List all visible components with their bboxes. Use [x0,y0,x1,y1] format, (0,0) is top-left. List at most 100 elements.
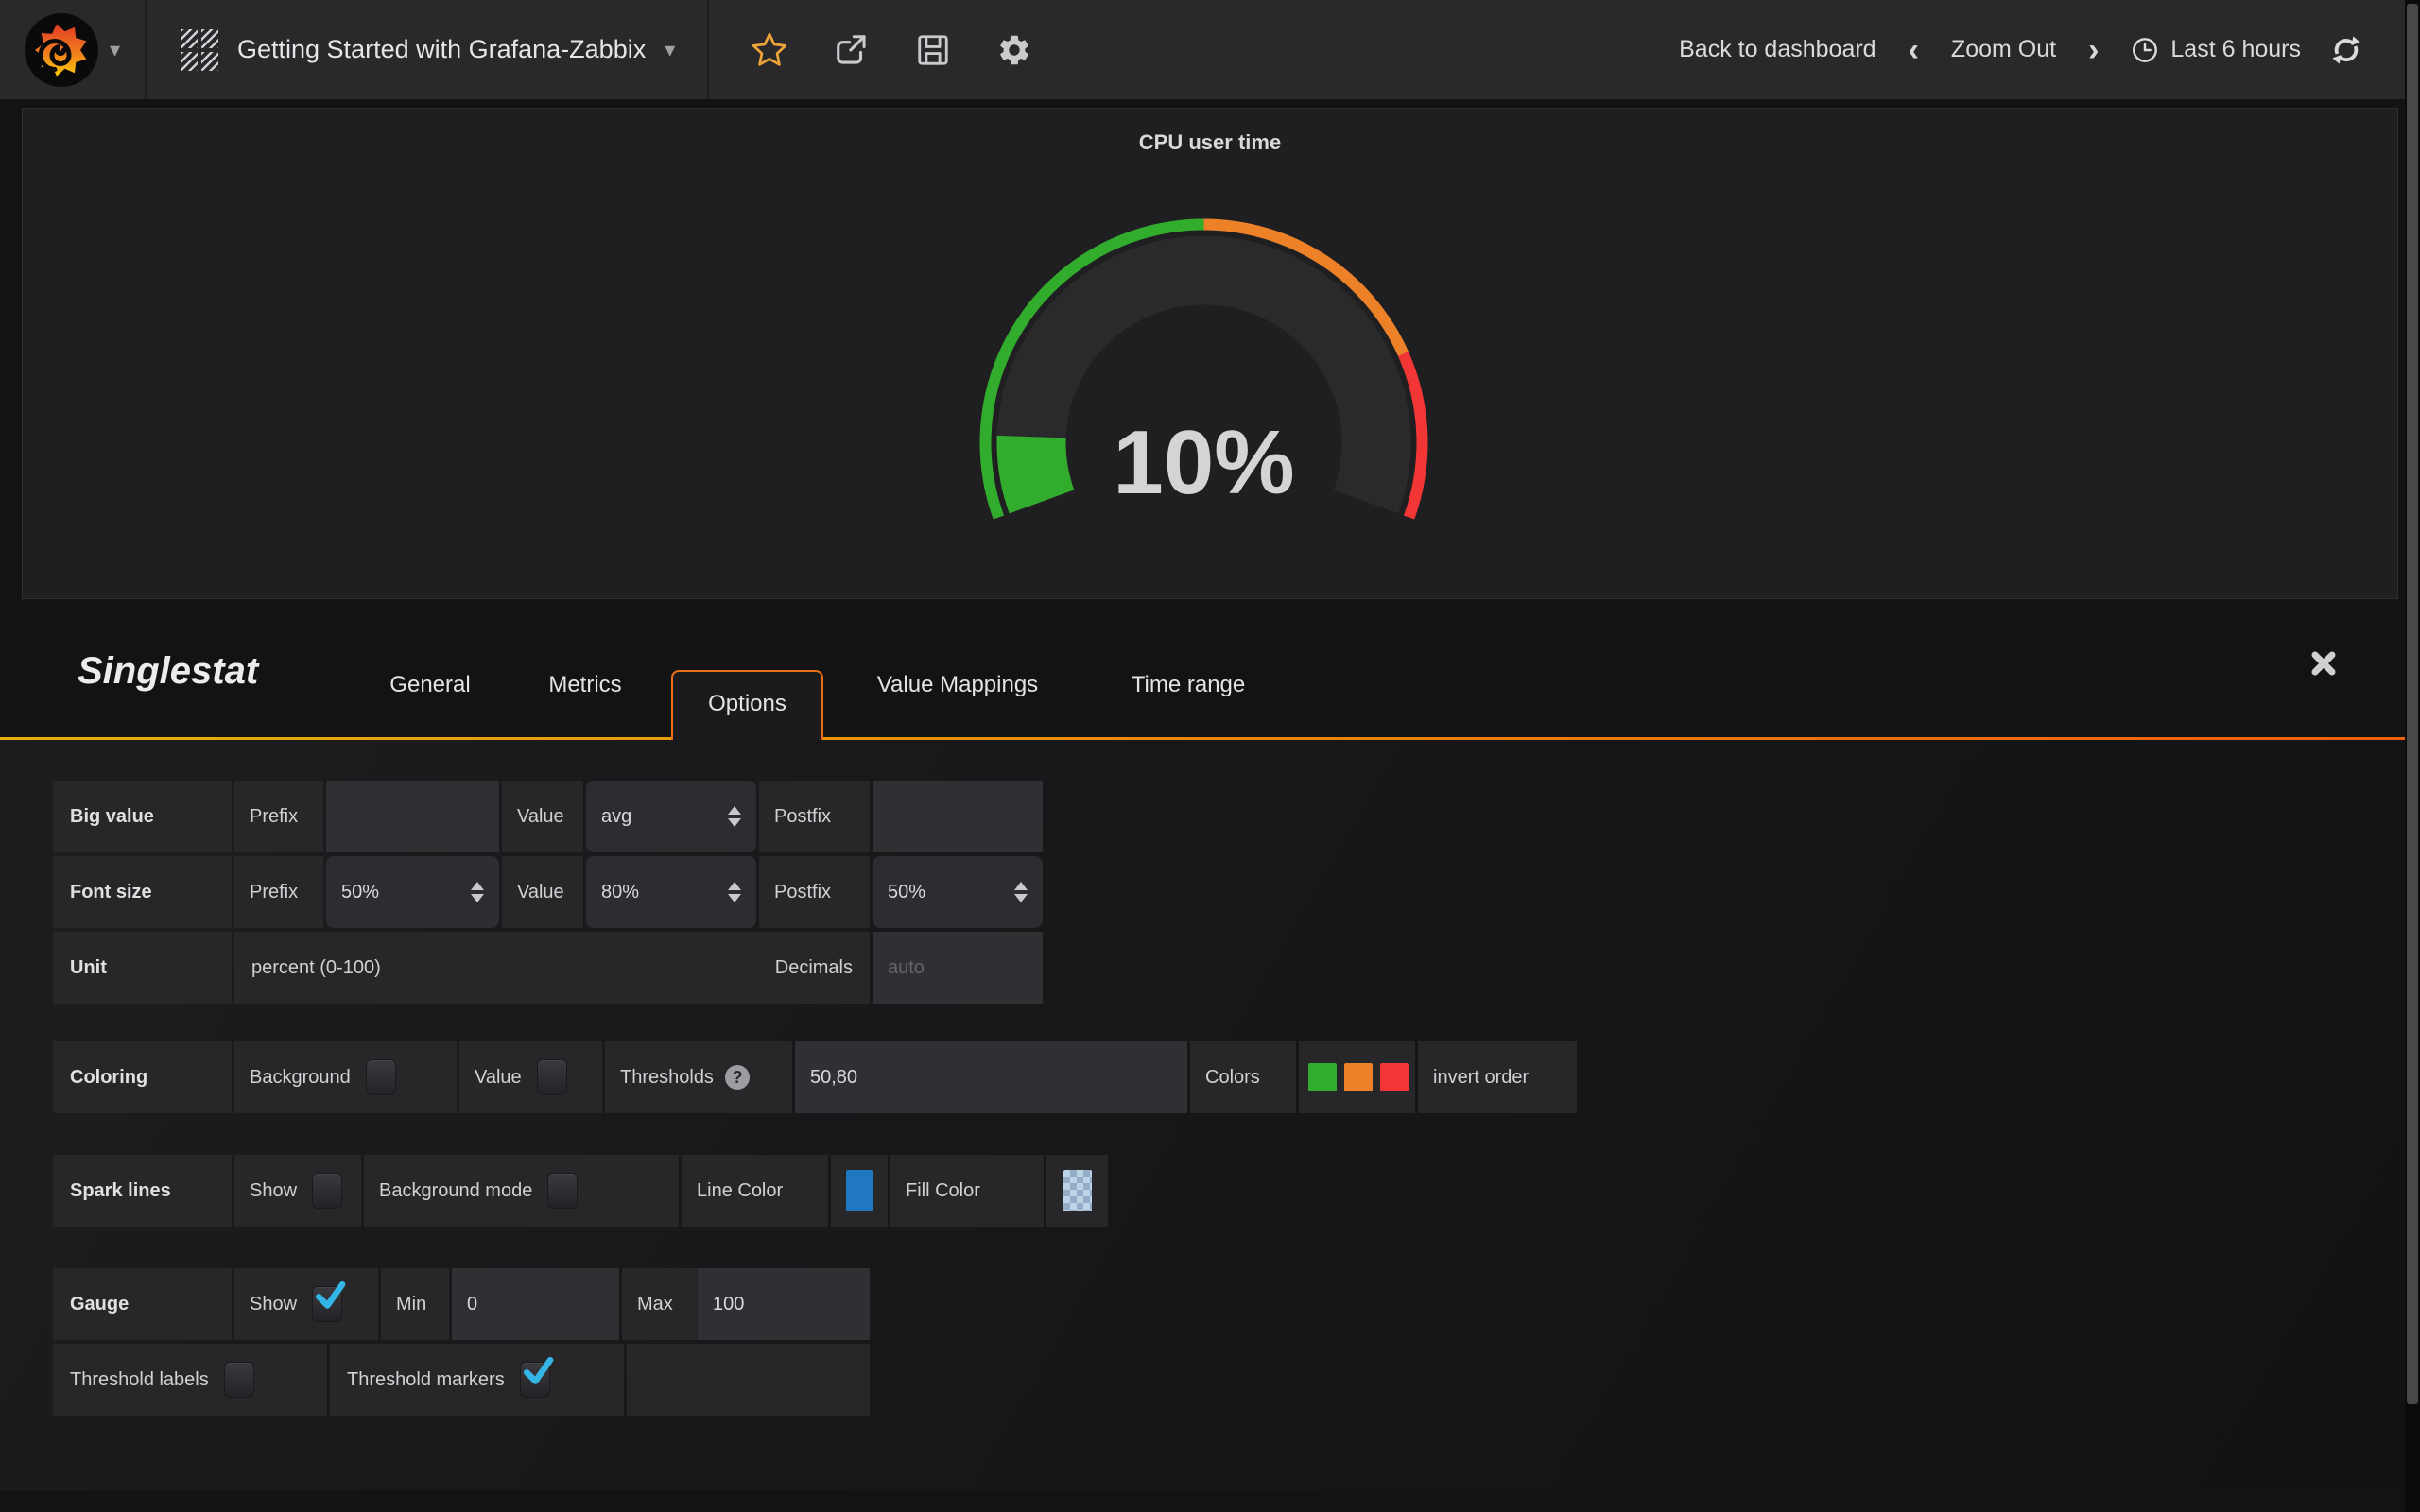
gauge-value-wedge [996,436,1074,514]
select-arrows-icon [728,806,741,827]
value-stat-select[interactable]: avg [586,781,756,852]
navbar: ▾ Getting Started with Grafana-Zabbix ▾ [0,0,2405,99]
unit-cell: percent (0-100) Decimals [234,932,870,1004]
title-caret-down-icon: ▾ [665,40,675,60]
share-button[interactable] [834,32,870,68]
gauge-value-label: 10% [1113,412,1294,513]
decimals-input[interactable] [873,932,1043,1004]
coloring-row-label: Coloring [53,1041,232,1113]
time-range-picker[interactable]: Last 6 hours [2131,36,2301,64]
postfix-size-select[interactable]: 50% [873,856,1043,928]
panel-title[interactable]: CPU user time [22,130,2398,155]
close-editor-button[interactable] [2308,647,2340,679]
prefix-size-label: Prefix [234,856,323,928]
threshold-color-swatch-orange[interactable] [1344,1063,1373,1091]
fill-color-tint [1063,1170,1092,1211]
zoom-out-button[interactable]: Zoom Out [1951,36,2056,63]
unit-value-dropdown[interactable]: percent (0-100) [251,957,381,979]
value-color-checkbox[interactable] [537,1059,567,1095]
value-size-select[interactable]: 80% [586,856,756,928]
gear-icon [996,32,1032,68]
grafana-app: ▾ Getting Started with Grafana-Zabbix ▾ [0,0,2420,1512]
time-shift-left-button[interactable]: ‹ [1905,34,1923,66]
max-cell: Max [622,1268,870,1340]
dashboards-grid-icon [181,29,218,71]
gauge-row-label: Gauge [53,1268,232,1340]
thresholds-label: Thresholds [620,1067,714,1089]
spark-bg-mode-label: Background mode [379,1180,532,1202]
fill-color-label: Fill Color [890,1155,1044,1227]
color-swatches-cell [1299,1041,1415,1113]
thresholds-input[interactable] [795,1041,1187,1113]
star-button[interactable] [751,31,788,69]
gauge-row: Gauge Show Min Max [53,1268,873,1340]
time-range-label: Last 6 hours [2170,36,2301,63]
threshold-labels-checkbox[interactable] [224,1362,254,1398]
unit-row-label: Unit [53,932,232,1004]
background-checkbox[interactable] [366,1059,396,1095]
fill-color-cell [1046,1155,1108,1227]
decimals-label: Decimals [775,957,870,979]
tab-metrics[interactable]: Metrics [518,662,652,709]
spark-show-cell: Show [234,1155,361,1227]
postfix-input[interactable] [873,781,1043,852]
close-icon [2308,647,2340,679]
navbar-actions [709,31,1032,69]
tab-general[interactable]: General [359,662,501,709]
prefix-label: Prefix [234,781,323,852]
postfix-size-selected: 50% [888,882,925,903]
font-size-row: Font size Prefix 50% Value 80% Postfix 5… [53,856,1046,928]
line-color-swatch[interactable] [846,1170,873,1211]
fill-color-swatch[interactable] [1063,1170,1092,1211]
thresholds-help-icon[interactable]: ? [725,1065,750,1090]
spark-show-label: Show [250,1180,297,1202]
logo-caret-down-icon: ▾ [110,40,120,60]
threshold-markers-label: Threshold markers [347,1369,505,1391]
checkmark-icon [522,1355,554,1387]
threshold-markers-checkbox[interactable] [520,1362,550,1398]
prefix-size-select[interactable]: 50% [326,856,499,928]
prefix-size-selected: 50% [341,882,379,903]
coloring-table: Coloring Background Value Thresholds ? C… [53,1041,1580,1117]
select-arrows-icon [471,882,484,902]
tab-options[interactable]: Options [671,670,823,740]
spark-show-checkbox[interactable] [312,1173,342,1209]
grafana-logo-menu[interactable]: ▾ [0,0,147,99]
tab-time-range[interactable]: Time range [1097,662,1280,709]
value-color-label: Value [475,1067,522,1089]
star-icon [751,31,788,69]
max-input[interactable] [698,1268,870,1340]
dashboard-title-menu[interactable]: Getting Started with Grafana-Zabbix ▾ [147,0,709,99]
spark-bg-mode-checkbox[interactable] [547,1173,578,1209]
refresh-icon [2329,33,2363,67]
postfix-label: Postfix [759,781,870,852]
empty-cell [627,1344,870,1416]
tab-value-mappings[interactable]: Value Mappings [846,662,1069,709]
save-button[interactable] [915,32,951,68]
min-input[interactable] [452,1268,619,1340]
prefix-input[interactable] [326,781,499,852]
min-label: Min [381,1268,449,1340]
thresholds-label-cell: Thresholds ? [605,1041,792,1113]
background-toggle-cell: Background [234,1041,457,1113]
refresh-button[interactable] [2329,33,2363,67]
value-options-table: Big value Prefix Value avg Postfix Font … [53,781,1046,1007]
threshold-markers-cell: Threshold markers [330,1344,624,1416]
threshold-labels-label: Threshold labels [70,1369,209,1391]
panel-editor-header: Singlestat General Metrics Options Value… [0,624,2405,740]
value-label: Value [502,781,583,852]
settings-button[interactable] [996,32,1032,68]
checkmark-icon [314,1280,346,1312]
scrollbar-thumb[interactable] [2407,4,2418,1404]
gauge-show-checkbox[interactable] [312,1286,342,1322]
line-color-label: Line Color [682,1155,828,1227]
threshold-color-swatch-green[interactable] [1308,1063,1337,1091]
threshold-color-swatch-red[interactable] [1380,1063,1409,1091]
save-icon [915,32,951,68]
spark-bg-mode-cell: Background mode [364,1155,679,1227]
time-shift-right-button[interactable]: › [2084,34,2102,66]
max-label: Max [622,1294,698,1315]
invert-order-link[interactable]: invert order [1433,1067,1529,1089]
gauge-options-table: Gauge Show Min Max Threshold labels [53,1268,873,1419]
back-to-dashboard-button[interactable]: Back to dashboard [1679,36,1876,63]
